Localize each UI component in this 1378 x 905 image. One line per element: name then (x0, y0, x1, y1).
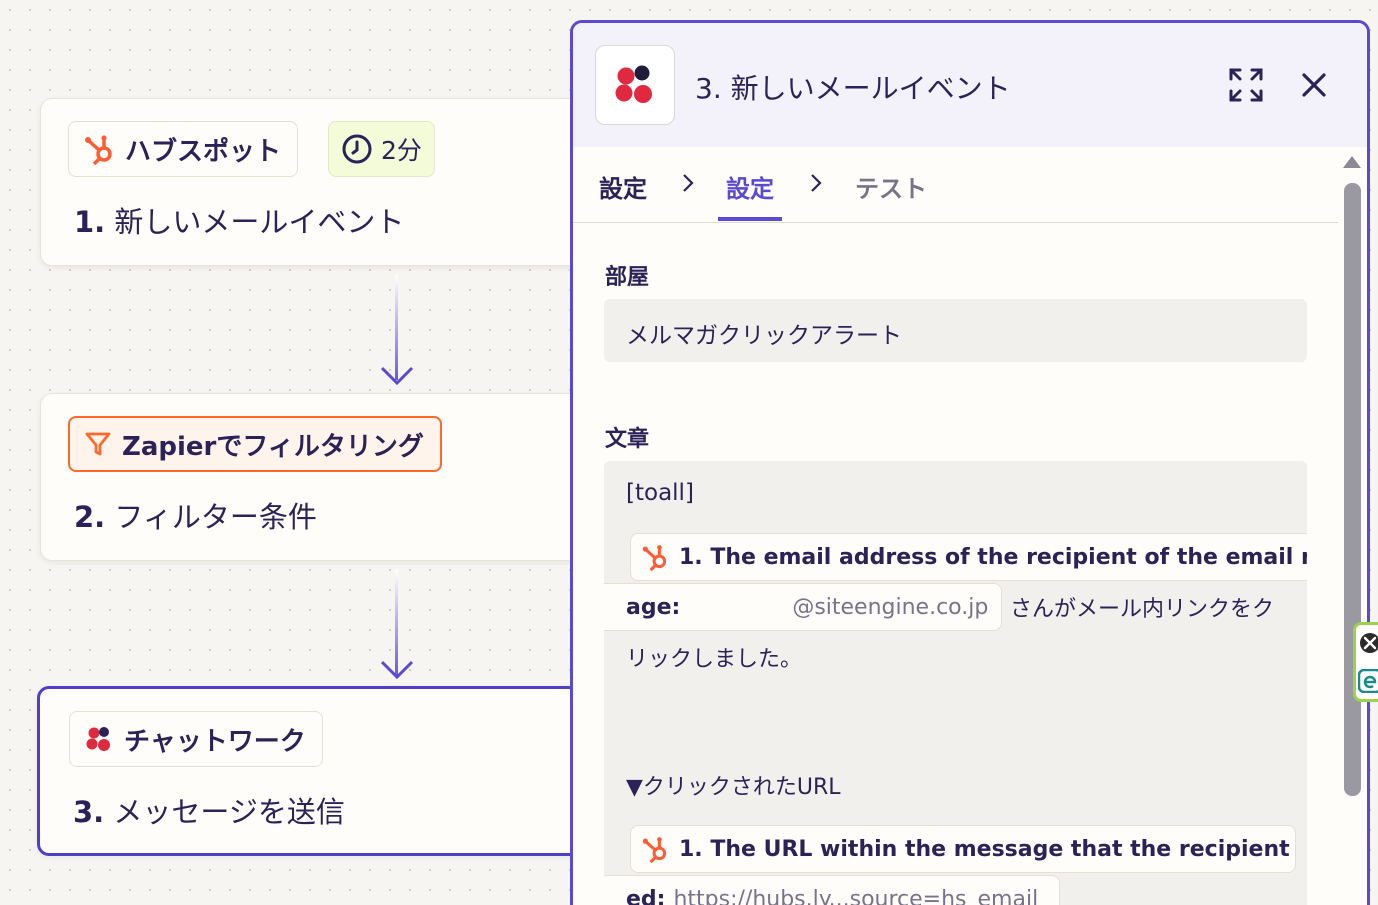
tab-configure[interactable]: 設定 (726, 169, 774, 204)
active-tab-indicator (718, 217, 782, 221)
scroll-up-icon[interactable] (1343, 156, 1361, 168)
mapped-field-pill-url-cont[interactable]: ed: https://hubs.ly...source=hs_email (604, 875, 1060, 905)
arrow-down-icon (380, 366, 414, 386)
chatwork-icon (615, 65, 652, 103)
mapped-field-value: https://hubs.ly...source=hs_email (673, 886, 1039, 905)
extension-widget[interactable] (1353, 622, 1378, 702)
body-text-after-email: さんがメール内リンクをク (1010, 597, 1275, 622)
app-chip-filter: Zapierでフィルタリング (68, 416, 442, 472)
scrollbar-thumb[interactable] (1344, 183, 1361, 796)
arrow-down-icon (380, 660, 414, 680)
filter-icon (85, 432, 111, 456)
expand-icon (1229, 68, 1263, 102)
hubspot-icon (85, 135, 112, 166)
app-chip-label: Zapierでフィルタリング (122, 431, 424, 462)
step-name: メッセージを送信 (113, 795, 345, 829)
timer-label: 2分 (381, 136, 422, 165)
body-line-toall: [toall] (626, 480, 694, 506)
step-card-1[interactable]: ハブスポット 2分 1. 新しいメールイベント (40, 98, 600, 266)
connector-line (395, 275, 398, 380)
mapped-field-label-cont: age: (626, 594, 681, 620)
mapped-field-pill-email-cont[interactable]: age: @siteengine.co.jp (604, 583, 1002, 631)
timer-chip: 2分 (328, 121, 435, 177)
step-tabs: 設定 設定 テスト (573, 147, 1338, 223)
body-field[interactable]: [toall] 1. The email address of the reci… (604, 461, 1307, 905)
close-icon (1302, 73, 1326, 97)
mapped-field-value: @siteengine.co.jp (792, 594, 989, 620)
room-field[interactable]: メルマガクリックアラート (604, 299, 1307, 362)
step-title: 2. フィルター条件 (74, 494, 317, 536)
extension-logo-icon (1358, 669, 1378, 693)
hubspot-icon (642, 837, 667, 864)
body-url-heading: ▼クリックされたURL (626, 775, 841, 800)
clock-icon (342, 134, 372, 164)
mapped-field-label-cont: ed: (626, 886, 666, 905)
chevron-right-icon (811, 174, 822, 192)
mapped-field-label: 1. The email address of the recipient of… (679, 544, 1307, 570)
app-chip-chatwork: チャットワーク (69, 711, 323, 767)
room-field-label: 部屋 (605, 265, 650, 290)
step-number: 2. (74, 500, 106, 534)
expand-button[interactable] (1224, 63, 1268, 107)
chevron-right-icon (683, 174, 694, 192)
step-name: 新しいメールイベント (114, 205, 405, 239)
step-name: フィルター条件 (114, 500, 317, 534)
panel-title: 3. 新しいメールイベント (695, 72, 1011, 105)
mapped-field-pill-url[interactable]: 1. The URL within the message that the r… (630, 825, 1296, 873)
step-title: 1. 新しいメールイベント (74, 199, 404, 241)
tab-setup-app[interactable]: 設定 (599, 169, 647, 204)
panel-header: 3. 新しいメールイベント (573, 23, 1367, 147)
app-chip-label: ハブスポット (125, 136, 282, 167)
body-text-clicked: リックしました。 (626, 647, 803, 672)
step-card-2[interactable]: Zapierでフィルタリング 2. フィルター条件 (40, 393, 600, 561)
step-card-3[interactable]: チャットワーク 3. メッセージを送信 (37, 686, 597, 856)
step-title: 3. メッセージを送信 (73, 789, 345, 831)
hubspot-icon (642, 545, 667, 572)
close-button[interactable] (1292, 63, 1336, 107)
step-number: 1. (74, 205, 106, 239)
room-field-value: メルマガクリックアラート (626, 323, 902, 349)
tab-test[interactable]: テスト (855, 169, 927, 204)
app-chip-hubspot: ハブスポット (68, 121, 299, 177)
app-chip-label: チャットワーク (124, 726, 306, 757)
step-number: 3. (73, 795, 105, 829)
mapped-field-pill-email[interactable]: 1. The email address of the recipient of… (630, 533, 1307, 581)
chatwork-icon (86, 727, 110, 751)
mapped-field-label: 1. The URL within the message that the r… (679, 836, 1296, 862)
app-icon-box (595, 45, 675, 125)
step-editor-panel: 3. 新しいメールイベント 設定 設定 テスト 部屋 メルマガクリックアラート … (570, 20, 1370, 905)
body-field-label: 文章 (605, 427, 650, 452)
close-circle-icon[interactable] (1358, 631, 1378, 655)
